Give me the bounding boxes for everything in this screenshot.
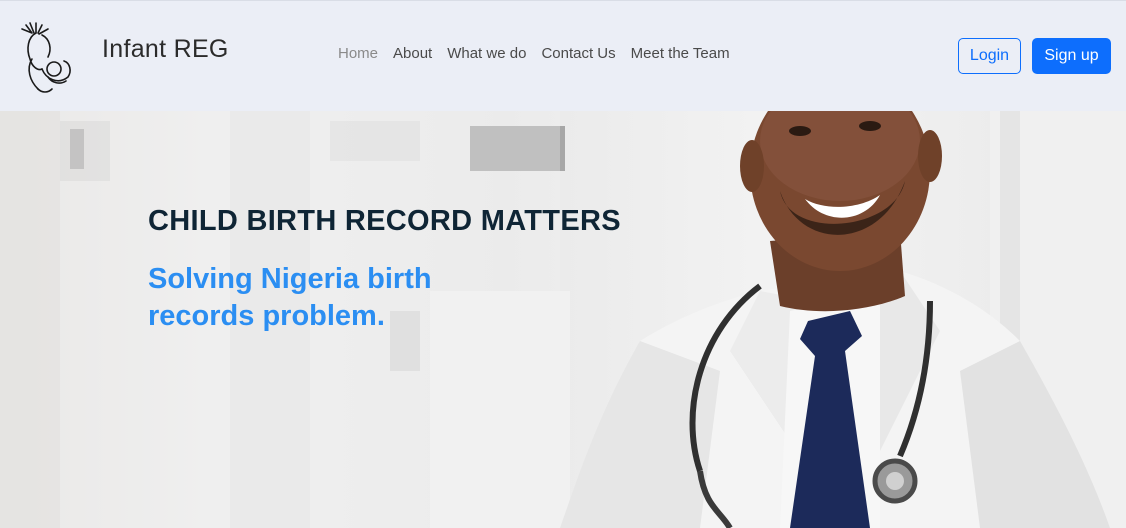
hero-title: CHILD BIRTH RECORD MATTERS — [148, 205, 621, 237]
mother-child-logo-icon[interactable] — [12, 19, 78, 95]
nav-contact-us[interactable]: Contact Us — [541, 45, 615, 62]
signup-button[interactable]: Sign up — [1032, 38, 1111, 74]
nav-about[interactable]: About — [393, 45, 432, 62]
hero-subtitle: Solving Nigeria birth records problem. — [148, 263, 432, 332]
login-button[interactable]: Login — [958, 38, 1021, 74]
navbar: Infant REG Home About What we do Contact… — [0, 0, 1126, 111]
nav-what-we-do[interactable]: What we do — [447, 45, 526, 62]
nav-meet-the-team[interactable]: Meet the Team — [631, 45, 730, 62]
hero-section: CHILD BIRTH RECORD MATTERS Solving Niger… — [0, 111, 1126, 528]
nav-home[interactable]: Home — [338, 45, 378, 62]
main-nav: Home About What we do Contact Us Meet th… — [338, 45, 745, 62]
brand-name[interactable]: Infant REG — [102, 35, 229, 64]
